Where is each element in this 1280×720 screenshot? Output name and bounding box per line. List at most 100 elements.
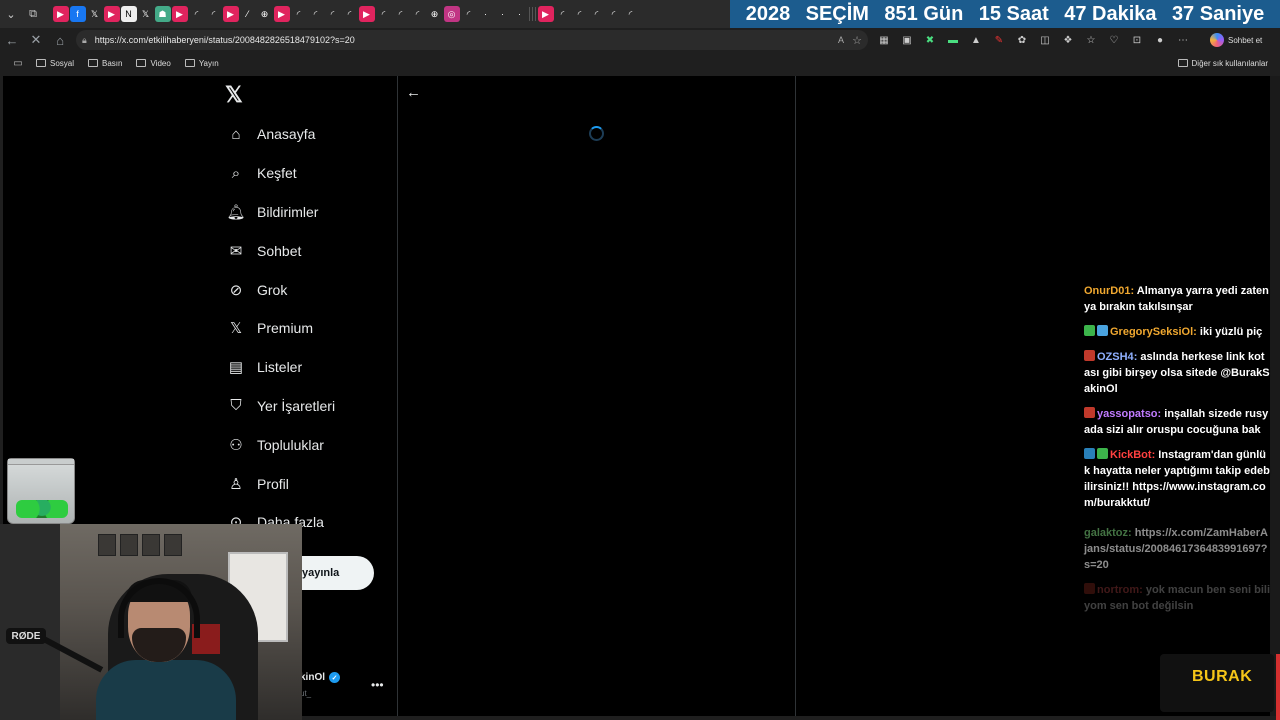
tab-separator — [535, 7, 536, 21]
address-bar[interactable]: 🔒︎ https://x.com/etkilihaberyeni/status/… — [76, 30, 868, 50]
favorites-icon[interactable]: ☆ — [1083, 32, 1099, 48]
extension-icon[interactable]: ▣ — [899, 32, 915, 48]
extension-icon[interactable]: ✖ — [922, 32, 938, 48]
extension-icon[interactable]: ▬ — [945, 32, 961, 48]
bookmark-folder[interactable]: Basın — [88, 59, 122, 68]
bookmark-folder[interactable]: Sosyal — [36, 59, 74, 68]
tab-favicon[interactable]: ⊕ — [427, 6, 443, 22]
tab-favicon[interactable]: ◜ — [393, 6, 409, 22]
collections-icon[interactable]: ❖ — [1060, 32, 1076, 48]
tab-favicon[interactable]: ◜ — [206, 6, 222, 22]
favorite-star-icon[interactable]: ☆ — [852, 34, 862, 47]
jar-gems — [16, 500, 68, 518]
extensions-toolbar: ▦ ▣ ✖ ▬ ▲ ✎ ✿ ◫ ❖ ☆ ♡ ⊡ ● ⋯ — [876, 30, 1191, 50]
profile-avatar-icon[interactable]: ● — [1152, 32, 1168, 48]
tab-menu-chevron-icon[interactable]: ⌄ — [0, 3, 22, 25]
puzzle-icon[interactable]: ✿ — [1014, 32, 1030, 48]
bookmark-folder[interactable]: Video — [136, 59, 171, 68]
communities-icon: ⚇ — [229, 436, 243, 454]
workspaces-icon[interactable]: ⧉ — [22, 3, 44, 25]
chat-message: KickBot: Instagram'dan günlük hayatta ne… — [1084, 447, 1270, 511]
tab-favicon[interactable]: ◜ — [342, 6, 358, 22]
nav-item-home[interactable]: ⌂ Anasayfa — [225, 115, 335, 154]
tab-favicon[interactable]: 𝕏 — [87, 6, 103, 22]
nav-item-lists[interactable]: ▤ Listeler — [225, 348, 335, 387]
tab-favicon[interactable]: ▶ — [171, 6, 188, 22]
tab-favicon[interactable]: ◜ — [410, 6, 426, 22]
tab-favicon[interactable]: ▶ — [273, 6, 290, 22]
browser-essentials-icon[interactable]: ♡ — [1106, 32, 1122, 48]
tab-favicon[interactable]: ◜ — [291, 6, 307, 22]
tab-favicon[interactable]: ⁄ — [240, 6, 256, 22]
tab-favicon[interactable]: ▶ — [358, 6, 375, 22]
folder-icon — [184, 59, 195, 67]
back-arrow-icon[interactable]: ← — [406, 84, 421, 101]
nav-item-premium[interactable]: 𝕏 Premium — [225, 309, 335, 348]
nav-item-notifications[interactable]: 🔔︎ Bildirimler — [225, 193, 335, 232]
tab-favicon[interactable]: 𝕏 — [138, 6, 154, 22]
tab-favicon[interactable]: ◜ — [555, 6, 571, 22]
nav-item-explore[interactable]: ⌕ Keşfet — [225, 154, 335, 193]
back-icon[interactable]: ← — [0, 33, 24, 48]
x-logo-icon[interactable]: 𝕏 — [225, 84, 247, 106]
stop-loading-icon[interactable]: ✕ — [24, 32, 48, 48]
tab-favicon[interactable]: ◜ — [589, 6, 605, 22]
countdown-hours: 15 Saat — [978, 2, 1049, 25]
webcam-picture-frames — [98, 534, 188, 558]
tab-favicon[interactable]: ⊕ — [257, 6, 273, 22]
tab-favicon[interactable]: N — [120, 6, 137, 22]
tab-favicon[interactable]: ◜ — [308, 6, 324, 22]
bookmarks-menu-icon[interactable]: ▭ — [0, 58, 36, 69]
tab-favicon[interactable]: f — [69, 6, 86, 22]
extension-icon[interactable]: ▦ — [876, 32, 892, 48]
tab-strip: ⌄ ⧉ ▶ f 𝕏 ▶ N 𝕏 ☗ ▶ ◜ ◜ ▶ ⁄ ⊕ ▶ ◜ ◜ ◜ ◜ … — [0, 0, 1280, 28]
tab-favicon[interactable]: · — [478, 6, 494, 22]
nav-item-grok[interactable]: ⊘ Grok — [225, 270, 335, 309]
account-more-icon[interactable]: ••• — [371, 678, 384, 692]
webcam-overlay: RØDE — [0, 524, 302, 720]
lock-icon[interactable]: 🔒︎ — [82, 35, 87, 46]
x-premium-icon: 𝕏 — [229, 320, 243, 338]
tab-favicon[interactable]: ▶ — [537, 6, 554, 22]
extension-icon[interactable]: ▲ — [968, 32, 984, 48]
tab-favicon[interactable]: ▶ — [103, 6, 120, 22]
tab-favicon[interactable]: ◜ — [189, 6, 205, 22]
tab-favicon[interactable]: ◜ — [376, 6, 392, 22]
tab-favicon[interactable]: ◜ — [623, 6, 639, 22]
tab-favicon[interactable]: ◜ — [461, 6, 477, 22]
copilot-button[interactable]: Sohbet et — [1210, 30, 1272, 50]
tab-favicon[interactable]: ◜ — [606, 6, 622, 22]
tab-favicon[interactable]: ◜ — [572, 6, 588, 22]
home-icon[interactable]: ⌂ — [48, 33, 72, 48]
tab-favicon[interactable]: · — [495, 6, 511, 22]
split-screen-icon[interactable]: ◫ — [1037, 32, 1053, 48]
envelope-icon: ✉ — [229, 242, 243, 260]
nav-item-bookmarks[interactable]: ⛉ Yer İşaretleri — [225, 387, 335, 426]
screenshot-icon[interactable]: ⊡ — [1129, 32, 1145, 48]
tab-favicon[interactable]: ◎ — [443, 6, 460, 22]
tab-favicon[interactable]: ◜ — [325, 6, 341, 22]
x-sidebar-nav: ⌂ Anasayfa ⌕ Keşfet 🔔︎ Bildirimler ✉ Sohbet … — [225, 115, 335, 542]
more-menu-icon[interactable]: ⋯ — [1175, 32, 1191, 48]
scrollbar[interactable] — [1270, 76, 1280, 716]
extension-icon[interactable]: ✎ — [991, 32, 1007, 48]
url-text[interactable]: https://x.com/etkilihaberyeni/status/200… — [95, 35, 355, 45]
account-switcher[interactable]: kinOl ✓ — [300, 672, 341, 683]
tab-separator — [532, 7, 533, 21]
tab-favicon[interactable]: ▶ — [222, 6, 239, 22]
webcam-wall — [0, 524, 60, 720]
tab-favicon[interactable]: ☗ — [154, 6, 171, 22]
nav-label: Profil — [257, 475, 289, 492]
read-aloud-icon[interactable]: A — [838, 35, 844, 45]
tab-favicon[interactable]: ▶ — [52, 6, 69, 22]
nav-item-chat[interactable]: ✉ Sohbet — [225, 231, 335, 270]
bookmark-label: Yayın — [198, 58, 219, 68]
countdown-year: 2028 — [745, 2, 791, 25]
tab-favicon[interactable]: · — [512, 6, 528, 22]
nav-item-profile[interactable]: ♙ Profil — [225, 464, 335, 503]
folder-icon — [1177, 59, 1188, 67]
nav-item-communities[interactable]: ⚇ Topluluklar — [225, 425, 335, 464]
bookmark-folder[interactable]: Yayın — [184, 58, 219, 68]
nav-label: Yer İşaretleri — [257, 397, 336, 414]
other-bookmarks[interactable]: Diğer sık kullanılanlar — [1177, 59, 1268, 68]
